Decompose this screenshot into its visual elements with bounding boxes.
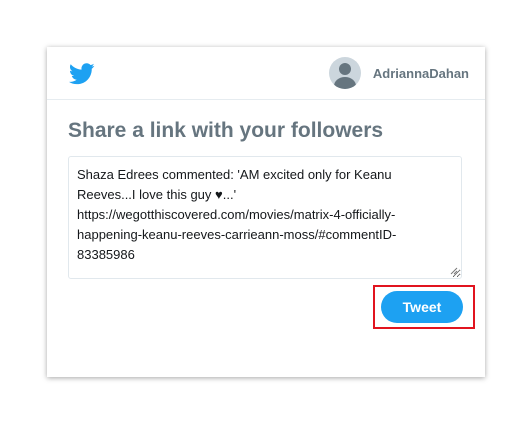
tweet-text-line: https://wegotthiscovered.com/movies/matr… — [77, 207, 396, 222]
username-label[interactable]: AdriannaDahan — [373, 66, 469, 81]
tweet-text-line: happening-keanu-reeves-carrieann-moss/#c… — [77, 227, 397, 242]
dialog-header: AdriannaDahan — [47, 47, 485, 100]
twitter-bird-icon[interactable] — [69, 63, 95, 85]
resize-handle-icon[interactable] — [450, 267, 458, 275]
tweet-button[interactable]: Tweet — [381, 291, 463, 323]
user-info[interactable]: AdriannaDahan — [328, 55, 469, 91]
default-avatar-icon[interactable] — [328, 57, 361, 89]
tweet-text-line: 83385986 — [77, 247, 135, 262]
page-title: Share a link with your followers — [68, 119, 384, 142]
tweet-text-input[interactable]: Shaza Edrees commented: 'AM excited only… — [68, 156, 462, 279]
tweet-text-line: Reeves...I love this guy ♥...' — [77, 187, 237, 202]
share-dialog: AdriannaDahan Share a link with your fol… — [47, 47, 485, 377]
tweet-text-line: Shaza Edrees commented: 'AM excited only… — [77, 167, 392, 182]
